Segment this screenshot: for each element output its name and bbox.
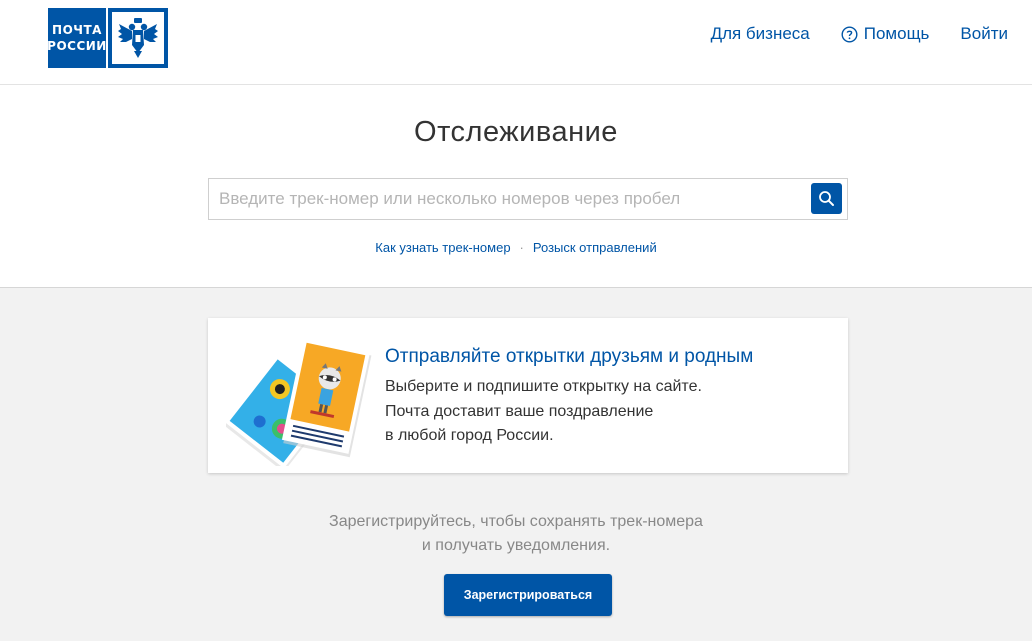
nav-help-link[interactable]: Помощь — [841, 24, 930, 44]
tracking-section: Отслеживание Как узнать трек-номер · Розыс… — [0, 85, 1032, 288]
promo-line: Выберите и подпишите открытку на сайте. — [385, 378, 702, 395]
track-number-input[interactable] — [209, 179, 809, 219]
tracking-search-box — [208, 178, 848, 220]
pochta-rossii-logo[interactable]: ПОЧТА РОССИИ — [47, 8, 168, 68]
how-to-find-track-link[interactable]: Как узнать трек-номер — [375, 240, 510, 255]
register-prompt-line2: и получать уведомления. — [421, 537, 611, 554]
promo-description: Выберите и подпишите открытку на сайте. … — [385, 375, 702, 449]
register-prompt-line1: Зарегистрируйтесь, чтобы сохранять трек-… — [329, 513, 703, 530]
page-title: Отслеживание — [414, 116, 618, 148]
nav-help-label: Помощь — [863, 24, 930, 43]
promo-line: в любой город России. — [385, 427, 554, 444]
search-button[interactable] — [811, 183, 842, 214]
promo-line: Почта доставит ваше поздравление — [385, 402, 654, 420]
logo-line1: ПОЧТА — [52, 23, 102, 37]
link-separator: · — [519, 240, 524, 255]
header: ПОЧТА РОССИИ Для бизнеса Помощь Войти — [0, 0, 1032, 85]
search-icon — [819, 191, 834, 206]
help-circle-icon — [841, 25, 858, 43]
postcards-illustration — [223, 336, 376, 472]
logo-line2: РОССИИ — [47, 39, 107, 53]
eagle-emblem-icon — [108, 8, 168, 68]
postcard-promo-card[interactable]: Отправляйте открытки друзьям и родным Вы… — [208, 318, 848, 473]
nav-login-link[interactable]: Войти — [960, 24, 1008, 44]
register-button[interactable]: Зарегистрироваться — [444, 574, 612, 616]
parcel-search-link[interactable]: Розыск отправлений — [533, 240, 657, 255]
promo-title: Отправляйте открытки друзьям и родным — [385, 346, 754, 367]
nav-business-link[interactable]: Для бизнеса — [711, 24, 810, 44]
tracking-help-links: Как узнать трек-номер · Розыск отправлений — [0, 240, 1032, 255]
top-nav: Для бизнеса Помощь Войти — [711, 24, 1008, 44]
register-prompt: Зарегистрируйтесь, чтобы сохранять трек-… — [0, 510, 1032, 558]
logo-wordmark: ПОЧТА РОССИИ — [47, 8, 107, 68]
